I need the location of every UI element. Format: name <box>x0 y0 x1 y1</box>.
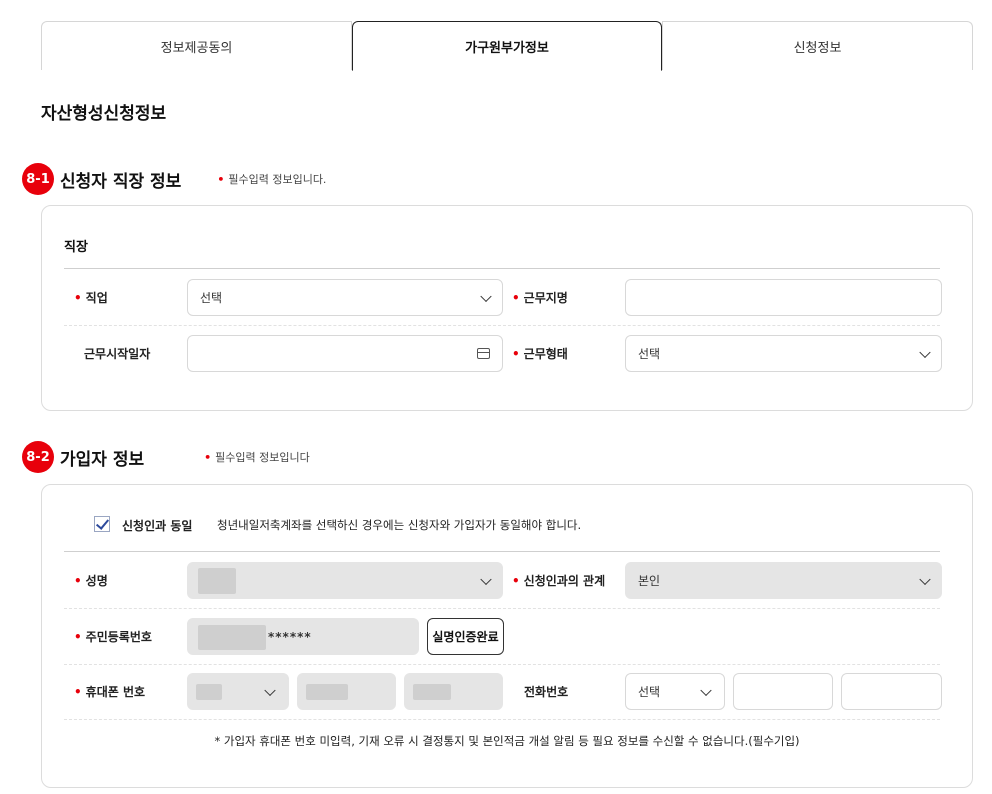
chevron-down-icon <box>700 684 712 696</box>
section-header-subscriber: 8-2 가입자 정보 • 필수입력 정보입니다 <box>22 441 310 473</box>
divider <box>64 268 940 269</box>
work-type-label-text: 근무형태 <box>523 347 568 361</box>
redacted-mobile-prefix <box>196 684 222 700</box>
required-dot: • <box>204 451 212 464</box>
start-date-label: 근무시작일자 <box>84 335 150 372</box>
same-as-applicant-note: 청년내일저축계좌를 선택하신 경우에는 신청자와 가입자가 동일해야 합니다. <box>217 518 582 532</box>
mobile-prefix-select[interactable] <box>187 673 289 710</box>
work-type-label: • 근무형태 <box>512 335 568 372</box>
section-badge: 8-2 <box>22 441 54 473</box>
required-dot: • <box>512 290 520 305</box>
mobile-middle-input[interactable] <box>297 673 396 710</box>
tab-application-info[interactable]: 신청정보 <box>662 21 973 70</box>
same-as-applicant-label-text: 신청인과 동일 <box>122 518 193 533</box>
tab-household-info[interactable]: 가구원부가정보 <box>352 21 662 71</box>
same-as-applicant-checkbox[interactable] <box>94 516 110 532</box>
calendar-icon[interactable] <box>477 348 490 359</box>
chevron-down-icon <box>919 573 931 585</box>
relation-label: • 신청인과의 관계 <box>512 562 605 599</box>
relation-value: 본인 <box>638 574 661 588</box>
mobile-footnote: * 가입자 휴대폰 번호 미입력, 기재 오류 시 결정통지 및 본인적금 개설… <box>214 734 800 748</box>
phone-middle-input[interactable] <box>733 673 833 710</box>
work-type-select-value: 선택 <box>638 347 661 361</box>
mobile-label-text: 휴대폰 번호 <box>85 685 146 699</box>
redacted-name <box>198 568 236 594</box>
subscriber-panel: 신청인과 동일 청년내일저축계좌를 선택하신 경우에는 신청자와 가입자가 동일… <box>41 484 973 788</box>
required-dot: • <box>74 290 82 305</box>
chevron-down-icon <box>919 346 931 358</box>
required-note-text: 필수입력 정보입니다 <box>215 451 310 464</box>
phone-area-select[interactable]: 선택 <box>625 673 725 710</box>
required-note-text: 필수입력 정보입니다. <box>228 173 327 186</box>
required-dot: • <box>512 346 520 361</box>
required-dot: • <box>217 173 225 186</box>
divider <box>64 551 940 552</box>
real-name-verified-button[interactable]: 실명인증완료 <box>427 618 504 655</box>
required-note: • 필수입력 정보입니다 <box>204 449 310 465</box>
row-divider <box>64 608 940 609</box>
chevron-down-icon <box>480 573 492 585</box>
chevron-down-icon <box>264 684 276 696</box>
section-title: 가입자 정보 <box>60 449 145 470</box>
workplace-name-label-text: 근무지명 <box>523 291 568 305</box>
phone-label-text: 전화번호 <box>524 685 569 699</box>
resident-no-input[interactable]: ****** <box>187 618 419 655</box>
job-label-text: 직업 <box>85 291 108 305</box>
same-as-applicant-label[interactable]: 신청인과 동일 <box>122 516 192 534</box>
required-dot: • <box>74 573 82 588</box>
job-select-value: 선택 <box>200 291 223 305</box>
resident-no-label-text: 주민등록번호 <box>85 630 152 644</box>
workplace-name-label: • 근무지명 <box>512 279 568 316</box>
resident-no-masked: ****** <box>268 629 312 644</box>
required-dot: • <box>512 573 520 588</box>
relation-select[interactable]: 본인 <box>625 562 942 599</box>
name-label: • 성명 <box>74 562 108 599</box>
mobile-last-input[interactable] <box>404 673 503 710</box>
group-title: 직장 <box>64 240 88 255</box>
phone-last-input[interactable] <box>841 673 942 710</box>
job-select[interactable]: 선택 <box>187 279 503 316</box>
relation-label-text: 신청인과의 관계 <box>523 574 606 588</box>
mobile-label: • 휴대폰 번호 <box>74 673 145 710</box>
required-dot: • <box>74 684 82 699</box>
section-badge: 8-1 <box>22 163 54 195</box>
row-divider <box>64 325 940 326</box>
phone-area-value: 선택 <box>638 685 661 699</box>
work-type-select[interactable]: 선택 <box>625 335 942 372</box>
resident-no-label: • 주민등록번호 <box>74 618 152 655</box>
workplace-panel: 직장 • 직업 선택 • 근무지명 근무시작일자 • 근무형태 선택 <box>41 205 973 411</box>
redacted-mobile-last <box>413 684 451 700</box>
chevron-down-icon <box>480 290 492 302</box>
name-label-text: 성명 <box>85 574 108 588</box>
workplace-name-input[interactable] <box>625 279 942 316</box>
section-title: 신청자 직장 정보 <box>60 171 182 192</box>
page-title: 자산형성신청정보 <box>41 104 167 124</box>
tab-consent[interactable]: 정보제공동의 <box>41 21 352 70</box>
section-header-workplace: 8-1 신청자 직장 정보 • 필수입력 정보입니다. <box>22 163 326 195</box>
required-note: • 필수입력 정보입니다. <box>217 171 326 187</box>
redacted-resident-no <box>198 625 266 650</box>
name-select[interactable] <box>187 562 503 599</box>
job-label: • 직업 <box>74 279 108 316</box>
redacted-mobile-middle <box>306 684 348 700</box>
start-date-input[interactable] <box>187 335 503 372</box>
row-divider <box>64 719 940 720</box>
required-dot: • <box>74 629 82 644</box>
row-divider <box>64 664 940 665</box>
phone-label: 전화번호 <box>524 673 568 710</box>
start-date-label-text: 근무시작일자 <box>84 347 151 361</box>
step-tabs: 정보제공동의 가구원부가정보 신청정보 <box>41 21 973 71</box>
